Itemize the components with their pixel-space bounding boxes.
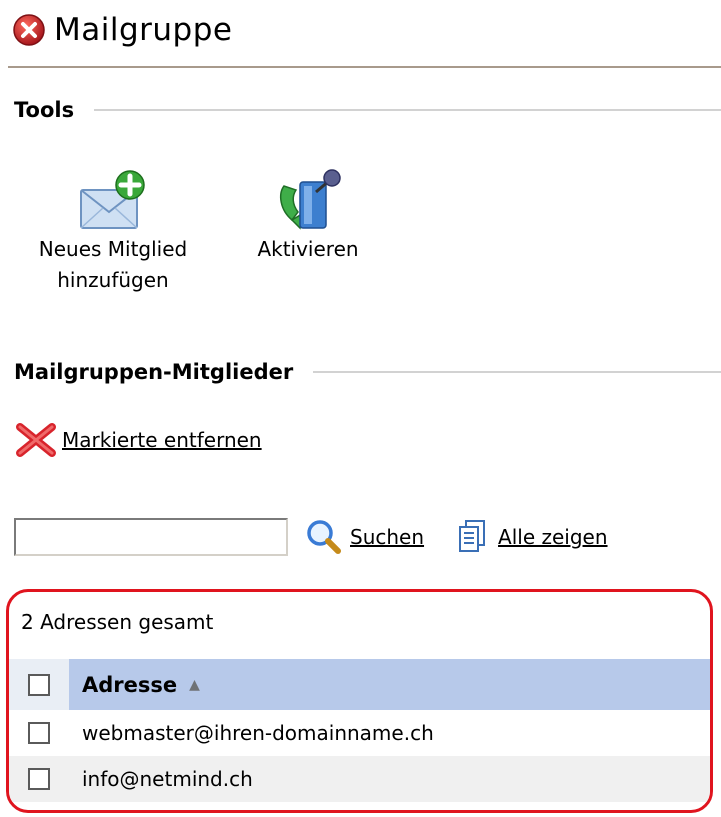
address-column-header[interactable]: Adresse ▲: [69, 659, 710, 710]
show-all-documents-icon[interactable]: [454, 517, 492, 557]
row-checkbox[interactable]: [28, 768, 50, 790]
section-divider: [94, 109, 721, 111]
new-member-label-line2: hinzufügen: [57, 268, 169, 292]
activate-icon: [279, 169, 341, 230]
remove-selected-action[interactable]: Markierte entfernen: [14, 421, 262, 459]
search-input[interactable]: [14, 518, 288, 556]
sort-ascending-icon: ▲: [189, 676, 200, 693]
address-grid: Adresse ▲ webmaster@ihren-domainname.ch …: [9, 659, 710, 802]
results-count: 2 Adressen gesamt: [21, 610, 214, 634]
select-all-cell: [9, 659, 69, 710]
new-member-tool[interactable]: Neues Mitglied hinzufügen: [28, 168, 198, 296]
activate-tool[interactable]: Aktivieren: [238, 168, 378, 265]
activate-label: Aktivieren: [257, 237, 359, 261]
search-icon[interactable]: [304, 517, 346, 557]
select-all-checkbox[interactable]: [28, 673, 50, 696]
address-column-label: Adresse: [82, 672, 178, 697]
red-x-delete-icon: [16, 423, 56, 457]
new-member-label-line1: Neues Mitglied: [38, 237, 188, 261]
members-heading: Mailgruppen-Mitglieder: [14, 360, 294, 384]
row-checkbox[interactable]: [28, 722, 50, 744]
section-divider: [313, 371, 721, 373]
tools-section-heading: Tools: [14, 98, 721, 122]
page-header: Mailgruppe: [12, 8, 232, 52]
page-title: Mailgruppe: [54, 12, 233, 48]
mail-add-icon: [80, 170, 145, 229]
show-all-link[interactable]: Alle zeigen: [498, 525, 608, 549]
grid-header-row: Adresse ▲: [9, 659, 710, 710]
remove-selected-link[interactable]: Markierte entfernen: [62, 428, 262, 452]
tools-heading: Tools: [14, 98, 75, 122]
table-row: webmaster@ihren-domainname.ch: [9, 710, 710, 756]
search-bar: Suchen Alle zeigen: [14, 517, 608, 557]
row-checkbox-cell: [9, 756, 69, 802]
close-error-icon[interactable]: [12, 13, 46, 47]
address-cell: webmaster@ihren-domainname.ch: [82, 721, 434, 745]
results-panel: 2 Adressen gesamt Adresse ▲ webmaster@ih…: [6, 589, 713, 813]
members-section-heading: Mailgruppen-Mitglieder: [14, 360, 721, 384]
table-row: info@netmind.ch: [9, 756, 710, 802]
address-cell: info@netmind.ch: [82, 767, 253, 791]
search-link[interactable]: Suchen: [350, 525, 424, 549]
title-divider: [8, 66, 721, 68]
row-checkbox-cell: [9, 710, 69, 756]
